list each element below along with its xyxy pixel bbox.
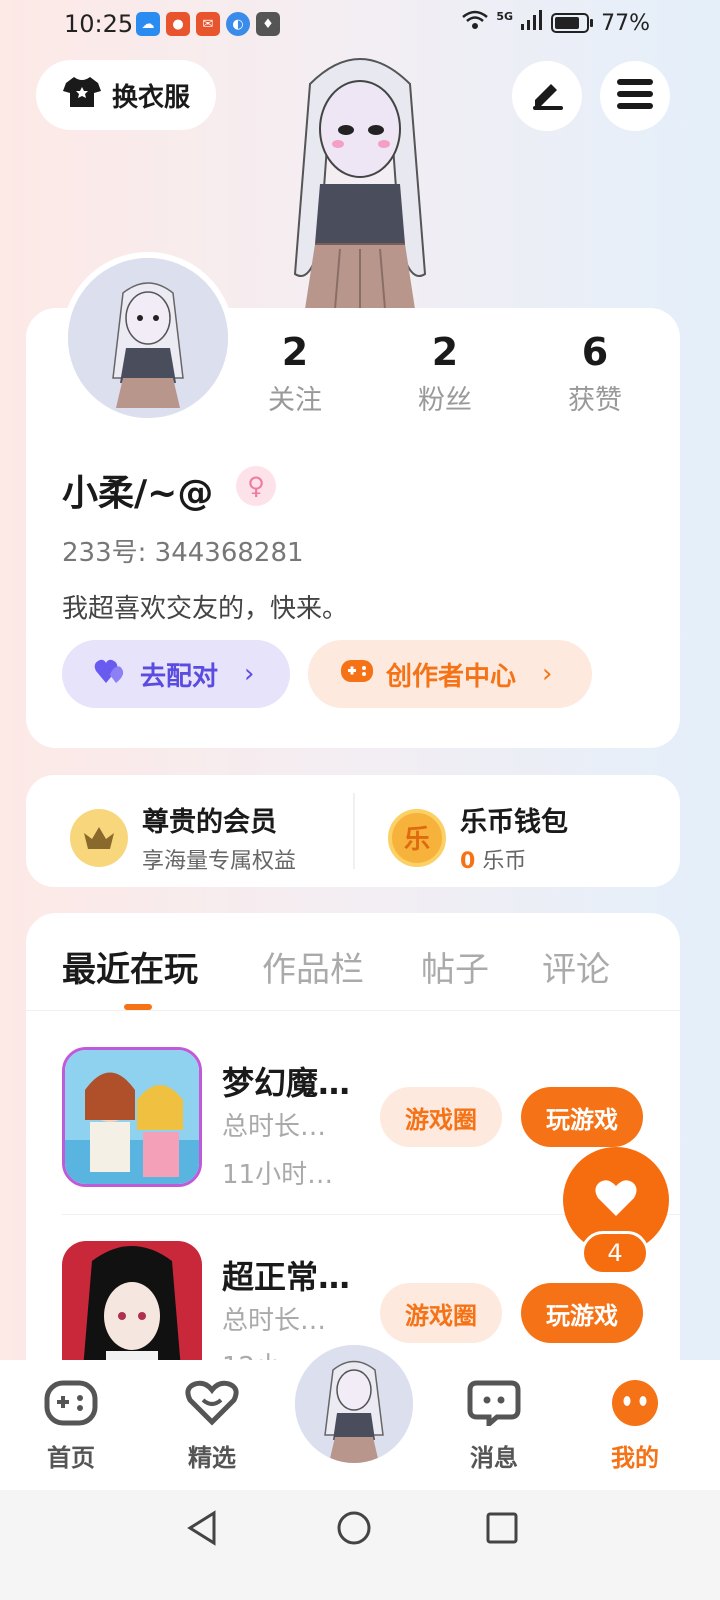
play-game-button[interactable]: 玩游戏 — [521, 1087, 643, 1147]
divider — [26, 1010, 680, 1011]
double-heart-icon — [94, 657, 128, 692]
me-face-icon — [610, 1380, 660, 1432]
creator-center-button[interactable]: 创作者中心 › — [308, 640, 592, 708]
recents-icon[interactable] — [486, 1512, 518, 1548]
system-nav-bar — [0, 1490, 720, 1600]
tab-posts[interactable]: 帖子 — [421, 942, 489, 991]
stat-followers[interactable]: 2 粉丝 — [385, 330, 505, 417]
status-bar: 10:25 ☁ ● ✉ ◐ ♦ 5G 77% — [0, 0, 720, 50]
battery-icon — [551, 13, 590, 33]
match-button[interactable]: 去配对 › — [62, 640, 290, 708]
notification-icons: ☁ ● ✉ ◐ ♦ — [136, 12, 280, 36]
pencil-icon — [529, 78, 565, 114]
nav-label: 精选 — [188, 1444, 236, 1472]
battery-level: 77% — [601, 10, 650, 36]
nav-label: 首页 — [47, 1444, 95, 1472]
tab-comments[interactable]: 评论 — [542, 942, 610, 991]
stat-count: 2 — [431, 330, 459, 374]
edit-profile-button[interactable] — [512, 61, 582, 131]
nav-messages[interactable]: 消息 — [444, 1380, 544, 1473]
message-icon — [467, 1380, 521, 1432]
menu-button[interactable] — [600, 61, 670, 131]
play-game-button[interactable]: 玩游戏 — [521, 1283, 643, 1343]
game-playtime-value: 11小时… — [222, 1160, 334, 1190]
weather-app-icon: ☁ — [136, 12, 160, 36]
bio: 我超喜欢交友的，快来。 — [62, 594, 349, 624]
change-outfit-label: 换衣服 — [111, 82, 190, 113]
stat-count: 6 — [581, 330, 609, 374]
user-id: 233号: 344368281 — [62, 538, 304, 568]
nav-featured[interactable]: 精选 — [162, 1380, 262, 1473]
wallet-balance: 0 乐币 — [460, 849, 527, 874]
notification-app-icon: ● — [166, 12, 190, 36]
wifi-icon — [462, 10, 489, 36]
heart-icon — [594, 1178, 638, 1222]
stat-following[interactable]: 2 关注 — [235, 330, 355, 417]
status-time: 10:25 — [64, 10, 134, 38]
gamepad-icon — [44, 1380, 98, 1432]
game-circle-button[interactable]: 游戏圈 — [380, 1283, 502, 1343]
wallet-title: 乐币钱包 — [460, 807, 568, 838]
member-subtitle: 享海量专属权益 — [142, 849, 297, 874]
browser-app-icon: ◐ — [226, 12, 250, 36]
wallet-entry[interactable]: 乐 乐币钱包 0 乐币 — [388, 800, 568, 875]
stat-likes[interactable]: 6 获赞 — [535, 330, 655, 417]
menu-icon — [617, 79, 653, 113]
nickname: 小柔/~@ — [62, 473, 214, 514]
stat-label: 获赞 — [568, 385, 622, 416]
stat-label: 粉丝 — [418, 385, 472, 416]
nav-label: 我的 — [611, 1444, 659, 1472]
member-entry[interactable]: 尊贵的会员 享海量专属权益 — [70, 800, 296, 875]
shop-app-icon: ♦ — [256, 12, 280, 36]
gamepad-icon — [340, 658, 374, 691]
game-circle-button[interactable]: 游戏圈 — [380, 1087, 502, 1147]
change-outfit-button[interactable]: 换衣服 — [36, 60, 216, 130]
game-icon[interactable] — [62, 1241, 202, 1360]
coin-icon: 乐 — [388, 808, 446, 867]
chevron-right-icon: › — [542, 659, 553, 689]
heart-chat-icon — [185, 1380, 239, 1432]
signal-icon — [521, 10, 543, 36]
creator-center-label: 创作者中心 — [386, 661, 517, 692]
female-icon: ♀ — [236, 466, 276, 506]
game-title: 超正常… — [222, 1258, 351, 1296]
network-type: 5G — [496, 10, 514, 23]
like-count-badge: 4 — [581, 1231, 649, 1275]
game-playtime-label: 总时长… — [222, 1112, 327, 1142]
divider — [353, 793, 355, 869]
stat-label: 关注 — [268, 385, 322, 416]
status-right: 5G 77% — [462, 10, 650, 36]
avatar[interactable] — [62, 252, 234, 424]
nav-label: 消息 — [470, 1444, 518, 1472]
tab-recent-play[interactable]: 最近在玩 — [62, 942, 198, 991]
shirt-icon — [62, 75, 102, 116]
member-title: 尊贵的会员 — [142, 807, 277, 838]
stat-count: 2 — [281, 330, 309, 374]
chevron-right-icon: › — [244, 659, 255, 689]
nav-home[interactable]: 首页 — [21, 1380, 121, 1473]
game-icon[interactable] — [62, 1047, 202, 1187]
match-label: 去配对 — [140, 661, 219, 692]
game-title: 梦幻魔… — [222, 1064, 351, 1102]
nav-me[interactable]: 我的 — [585, 1380, 685, 1473]
home-icon[interactable] — [336, 1510, 372, 1550]
crown-icon — [70, 808, 128, 867]
character-figure[interactable] — [280, 44, 440, 314]
tab-works[interactable]: 作品栏 — [262, 942, 364, 991]
mail-app-icon: ✉ — [196, 12, 220, 36]
back-icon[interactable] — [186, 1510, 218, 1550]
nav-avatar-button[interactable] — [290, 1340, 418, 1468]
game-playtime-label: 总时长… — [222, 1306, 327, 1336]
